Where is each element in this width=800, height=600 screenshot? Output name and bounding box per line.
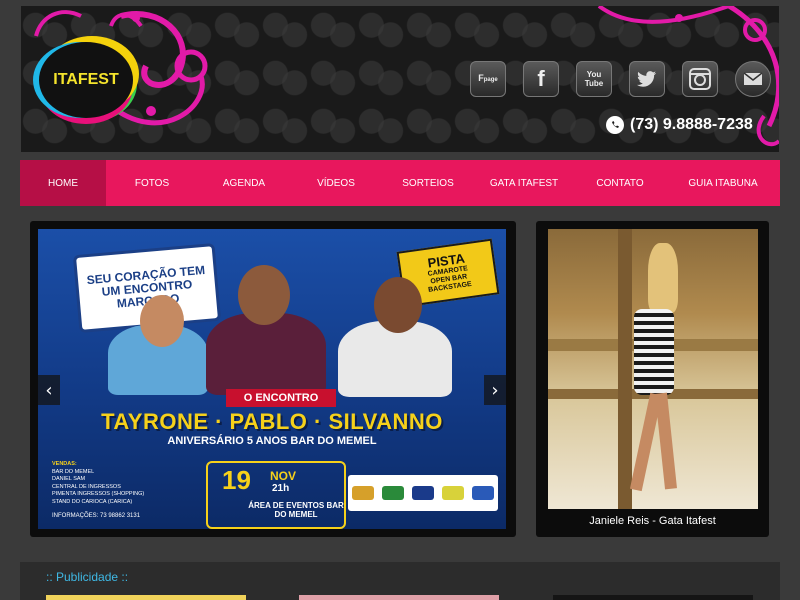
flyer-info-phone: INFORMAÇÕES: 73 98862 3131 bbox=[52, 513, 141, 519]
nav-item-home[interactable]: HOME bbox=[20, 160, 106, 206]
date-venue: ÁREA DE EVENTOS BAR DO MEMEL bbox=[248, 501, 344, 519]
date-month: NOV bbox=[270, 469, 297, 483]
vendas-item: BAR DO MEMEL bbox=[52, 468, 95, 475]
artist-head-center bbox=[238, 265, 290, 325]
ad-banner[interactable] bbox=[299, 595, 499, 600]
site-logo[interactable]: ITAFEST bbox=[39, 42, 133, 118]
vendas-title: VENDAS: bbox=[52, 461, 77, 467]
date-hour: 21h bbox=[272, 483, 290, 494]
vendas-item: STAND DO CARIOCA (CARICA) bbox=[52, 498, 133, 505]
instagram-icon[interactable] bbox=[682, 61, 718, 97]
gata-itafest-box: Janiele Reis - Gata Itafest bbox=[536, 221, 769, 537]
flyer-event-title: O ENCONTRO bbox=[226, 389, 336, 407]
gata-itafest-photo[interactable] bbox=[548, 229, 758, 509]
nav-item-sorteios[interactable]: SORTEIOS bbox=[382, 160, 474, 206]
flyer-artists: TAYRONE · PABLO · SILVANNO bbox=[101, 409, 443, 434]
flyer-sales-points: VENDAS: BAR DO MEMEL DANIEL SAM CENTRAL … bbox=[52, 461, 202, 506]
youtube-icon[interactable]: You Tube bbox=[576, 61, 612, 97]
sponsor-logo bbox=[352, 486, 374, 500]
artist-head-left bbox=[140, 295, 184, 347]
ad-banner[interactable] bbox=[553, 595, 753, 600]
nav-item-gata-itafest[interactable]: GATA ITAFEST bbox=[474, 160, 574, 206]
facebook-page-icon[interactable]: Fpage bbox=[470, 61, 506, 97]
sponsor-logo bbox=[382, 486, 404, 500]
whatsapp-icon bbox=[606, 116, 624, 134]
nav-item-fotos[interactable]: FOTOS bbox=[106, 160, 198, 206]
nav-item-videos[interactable]: VÍDEOS bbox=[290, 160, 382, 206]
flyer-date: 19 NOV 21h ÁREA DE EVENTOS BAR DO MEMEL bbox=[206, 461, 346, 529]
vendas-item: CENTRAL DE INGRESSOS bbox=[52, 483, 121, 490]
ad-banner[interactable] bbox=[46, 595, 246, 600]
flyer-subtitle: ANIVERSÁRIO 5 ANOS BAR DO MEMEL bbox=[167, 435, 377, 447]
twitter-icon[interactable] bbox=[629, 61, 665, 97]
event-slider: SEU CORAÇÃO TEM UM ENCONTRO MARCADO PIST… bbox=[30, 221, 516, 537]
advertising-section: :: Publicidade :: bbox=[20, 562, 780, 600]
sponsor-logo bbox=[442, 486, 464, 500]
advertising-title: :: Publicidade :: bbox=[46, 570, 129, 584]
nav-item-agenda[interactable]: AGENDA bbox=[198, 160, 290, 206]
email-icon[interactable] bbox=[735, 61, 771, 97]
event-flyer[interactable]: SEU CORAÇÃO TEM UM ENCONTRO MARCADO PIST… bbox=[38, 229, 506, 529]
nav-item-guia-itabuna[interactable]: GUIA ITABUNA bbox=[666, 160, 780, 206]
slider-prev-button[interactable]: ‹ bbox=[38, 375, 60, 405]
site-header: ITAFEST Fpage f You Tube (73) 9.8888-7238 bbox=[21, 6, 779, 152]
flyer-sponsors bbox=[348, 475, 498, 511]
date-day: 19 bbox=[222, 465, 251, 495]
phone-contact: (73) 9.8888-7238 bbox=[606, 116, 753, 134]
model-dress bbox=[634, 309, 674, 395]
vendas-item: DANIEL SAM bbox=[52, 476, 86, 482]
post bbox=[618, 229, 632, 509]
artist-photo-center bbox=[206, 313, 326, 395]
model-hair bbox=[648, 243, 678, 313]
sponsor-logo bbox=[472, 486, 494, 500]
logo-text: ITAFEST bbox=[53, 71, 119, 88]
sponsor-logo bbox=[412, 486, 434, 500]
gata-itafest-caption: Janiele Reis - Gata Itafest bbox=[589, 515, 716, 527]
main-navigation: HOME FOTOS AGENDA VÍDEOS SORTEIOS GATA I… bbox=[20, 160, 780, 206]
artist-head-right bbox=[374, 277, 422, 333]
vendas-item: PIMENTA INGRESSOS (SHOPPING) bbox=[52, 491, 145, 497]
slider-next-button[interactable]: › bbox=[484, 375, 506, 405]
phone-number: (73) 9.8888-7238 bbox=[630, 116, 753, 133]
model-legs bbox=[655, 392, 677, 490]
facebook-icon[interactable]: f bbox=[523, 61, 559, 97]
nav-item-contato[interactable]: CONTATO bbox=[574, 160, 666, 206]
